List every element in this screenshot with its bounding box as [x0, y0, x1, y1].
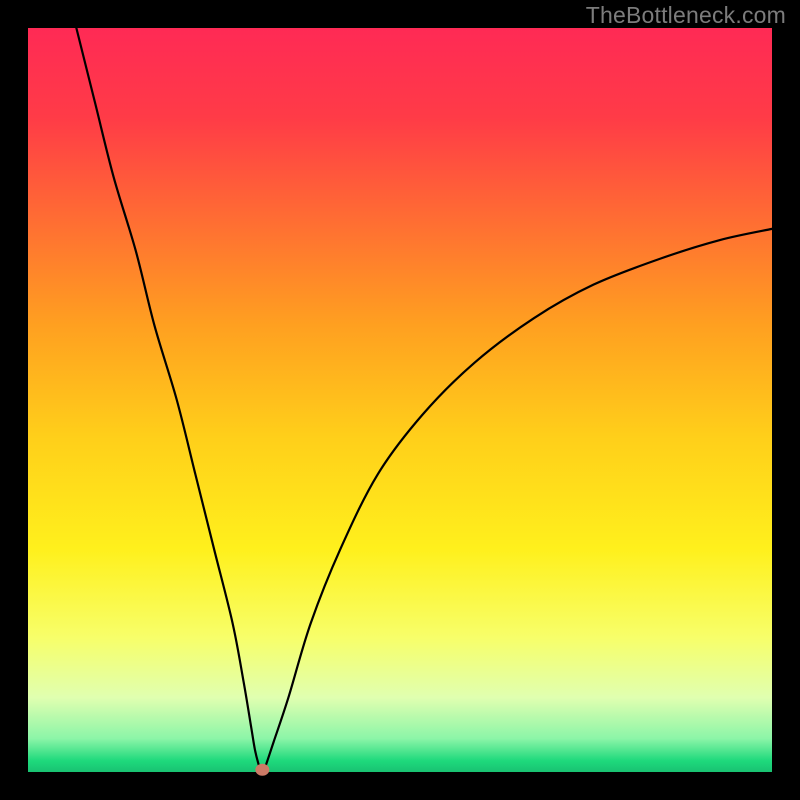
chart-container: TheBottleneck.com	[0, 0, 800, 800]
watermark-text: TheBottleneck.com	[586, 2, 786, 29]
bottleneck-chart	[0, 0, 800, 800]
optimal-point-marker	[255, 764, 269, 776]
chart-plot-area	[28, 28, 772, 772]
